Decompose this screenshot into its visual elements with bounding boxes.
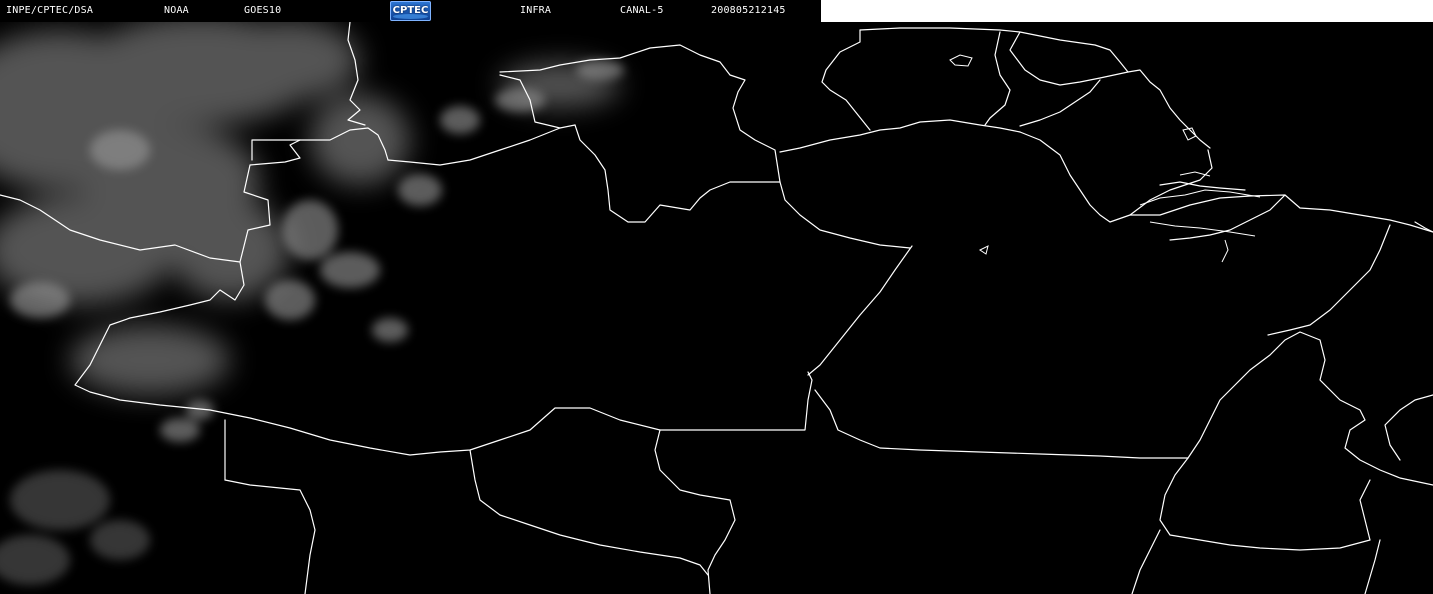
satellite-image-viewer: INPE/CPTEC/DSA NOAA GOES10 INFRA CANAL-5… (0, 0, 1433, 594)
timestamp-label: 200805212145 (711, 5, 786, 16)
satellite-infrared-image (0, 22, 1433, 594)
channel-label: CANAL-5 (620, 5, 664, 16)
cptec-logo-icon: CPTEC (390, 1, 431, 21)
satellite-label: GOES10 (244, 5, 282, 16)
institution-label: INPE/CPTEC/DSA (6, 5, 94, 16)
agency-label: NOAA (164, 5, 189, 16)
satellite-map-svg (0, 22, 1433, 594)
logo-text: CPTEC (392, 5, 429, 16)
header-blank-area (821, 0, 1433, 22)
band-label: INFRA (520, 5, 552, 16)
